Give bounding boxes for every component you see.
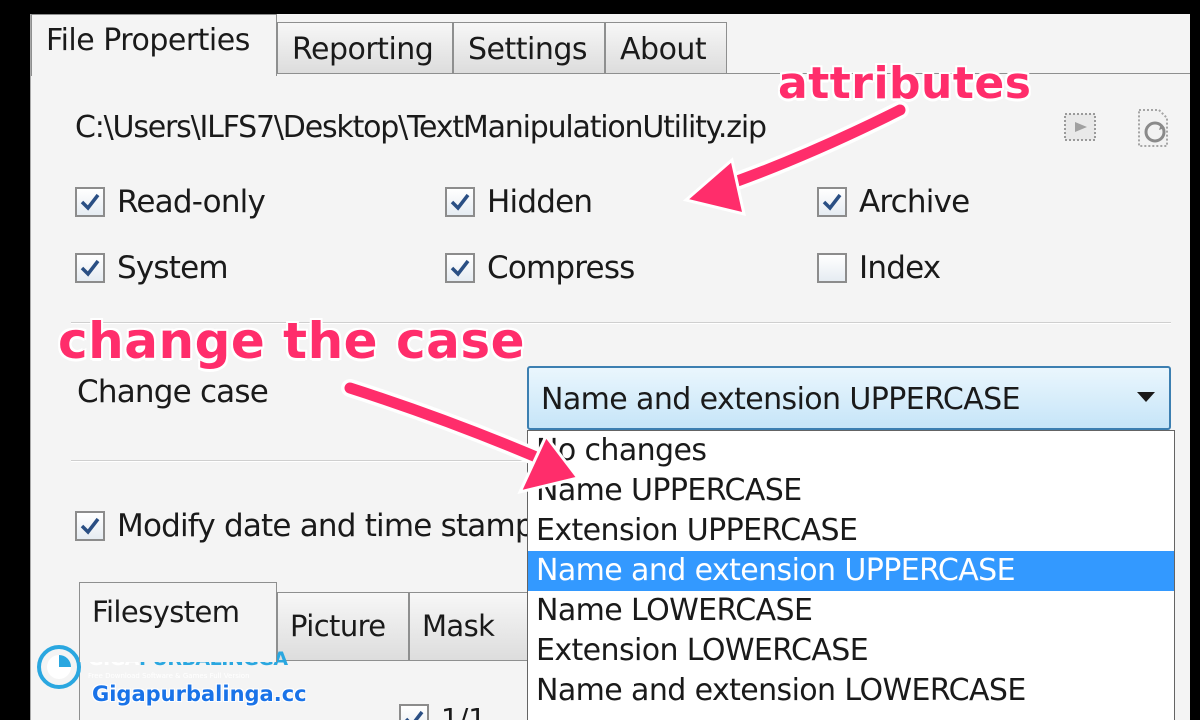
archive-checkbox[interactable]: Archive xyxy=(817,184,970,220)
tab-label: Settings xyxy=(468,32,588,67)
check-icon xyxy=(450,259,470,277)
tab-label: Picture xyxy=(290,609,386,643)
chevron-down-icon[interactable] xyxy=(1137,392,1155,402)
tab-filesystem[interactable]: Filesystem xyxy=(79,582,277,662)
file-path-label: C:\Users\ILFS7\Desktop\TextManipulationU… xyxy=(75,110,767,145)
hidden-checkbox[interactable]: Hidden xyxy=(445,184,593,220)
bottom-checkbox[interactable]: 1/1 xyxy=(399,702,486,720)
check-icon xyxy=(822,193,842,211)
readonly-checkbox[interactable]: Read-only xyxy=(75,184,266,220)
dropdown-option[interactable]: Name and extension LOWERCASE xyxy=(528,671,1174,711)
frame-top-right xyxy=(975,0,1200,14)
tab-mask[interactable]: Mask xyxy=(409,592,539,662)
check-icon xyxy=(80,517,100,535)
dropdown-option-highlighted[interactable]: Name and extension UPPERCASE xyxy=(528,551,1174,591)
watermark-url: Gigapurbalinga.cc xyxy=(92,682,307,706)
checkbox-label: Index xyxy=(859,250,941,286)
dropdown-option[interactable]: No changes xyxy=(528,431,1174,471)
tab-label: File Properties xyxy=(46,23,250,58)
modify-stamps-checkbox[interactable]: Modify date and time stamps xyxy=(75,508,550,544)
tab-settings[interactable]: Settings xyxy=(453,22,605,74)
tab-reporting[interactable]: Reporting xyxy=(277,22,453,74)
tab-file-properties[interactable]: File Properties xyxy=(31,14,277,76)
tab-baseline xyxy=(275,73,1190,74)
checkbox-label: 1/1 xyxy=(441,702,487,720)
check-icon xyxy=(450,193,470,211)
checkbox-label: System xyxy=(117,250,229,286)
checkbox-box xyxy=(75,253,105,283)
checkbox-box xyxy=(399,703,429,720)
dropdown-option[interactable]: Extension LOWERCASE xyxy=(528,631,1174,671)
dropdown-option[interactable]: Extension UPPERCASE xyxy=(528,511,1174,551)
dropdown-option[interactable]: Name LOWERCASE xyxy=(528,591,1174,631)
checkbox-box xyxy=(817,187,847,217)
checkbox-label: Modify date and time stamps xyxy=(117,508,550,544)
watermark-tagline: Free Download Software & Games Full Vers… xyxy=(88,672,250,680)
compress-checkbox[interactable]: Compress xyxy=(445,250,635,286)
checkbox-label: Compress xyxy=(487,250,635,286)
combobox-value: Name and extension UPPERCASE xyxy=(541,382,1021,417)
annotation-attributes: attributes xyxy=(778,58,1032,109)
change-case-label: Change case xyxy=(77,374,269,410)
tab-label: Filesystem xyxy=(92,595,240,629)
frame-top-left xyxy=(0,0,360,14)
checkbox-label: Read-only xyxy=(117,184,266,220)
check-icon xyxy=(80,259,100,277)
checkbox-label: Hidden xyxy=(487,184,593,220)
tab-label: About xyxy=(620,32,707,67)
checkbox-box xyxy=(817,253,847,283)
checkbox-box xyxy=(445,253,475,283)
system-checkbox[interactable]: System xyxy=(75,250,229,286)
checkbox-box xyxy=(75,187,105,217)
index-checkbox[interactable]: Index xyxy=(817,250,941,286)
checkbox-box xyxy=(75,511,105,541)
checkbox-box xyxy=(445,187,475,217)
tab-label: Reporting xyxy=(292,32,434,67)
giga-logo-icon xyxy=(37,645,81,689)
checkbox-label: Archive xyxy=(859,184,970,220)
check-icon xyxy=(404,710,424,720)
check-icon xyxy=(80,193,100,211)
annotation-change-case: change the case xyxy=(58,312,526,370)
change-case-dropdown-list: No changes Name UPPERCASE Extension UPPE… xyxy=(527,430,1175,720)
dropdown-option[interactable]: Name UPPERCASE xyxy=(528,471,1174,511)
change-case-combobox[interactable]: Name and extension UPPERCASE xyxy=(527,366,1171,430)
copy-icon[interactable] xyxy=(1061,106,1105,150)
separator xyxy=(71,460,527,462)
tab-label: Mask xyxy=(422,609,495,643)
tab-about[interactable]: About xyxy=(605,22,727,74)
refresh-icon[interactable] xyxy=(1131,106,1175,150)
